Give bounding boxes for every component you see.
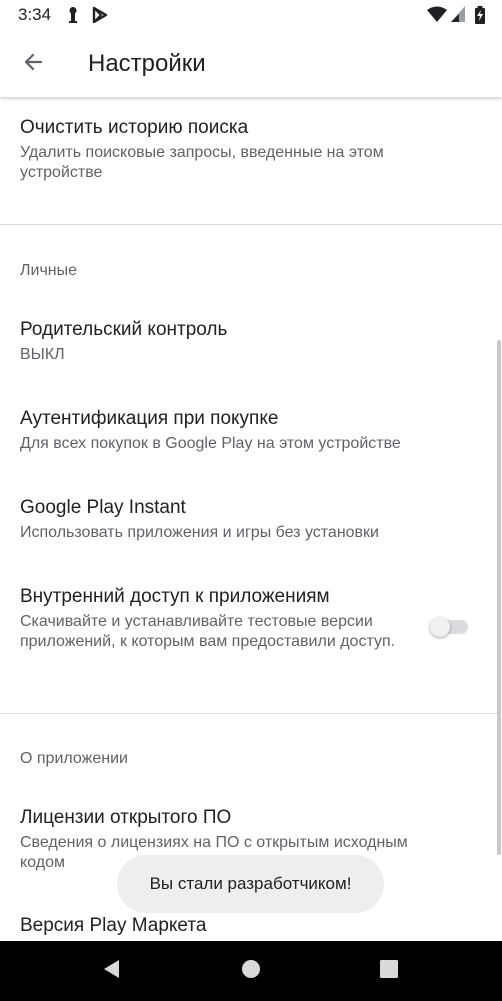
item-subtitle: Использовать приложения и игры без устан… <box>20 524 379 541</box>
item-title: Лицензии открытого ПО <box>20 807 232 828</box>
purchase-auth-item[interactable]: Аутентификация при покупке Для всех поку… <box>0 387 502 477</box>
status-bar: 3:34 <box>0 0 502 30</box>
nav-back-button[interactable] <box>92 951 132 991</box>
item-subtitle: ВЫКЛ <box>20 346 65 363</box>
circle-home-icon <box>241 959 261 984</box>
item-title: Родительский контроль <box>20 319 228 340</box>
battery-icon <box>474 6 486 29</box>
signal-icon <box>451 6 465 27</box>
item-title: Внутренний доступ к приложениям <box>20 586 330 607</box>
triangle-back-icon <box>102 959 122 984</box>
clear-search-history-item[interactable]: Очистить историю поиска Удалить поисковы… <box>0 97 502 224</box>
parental-control-item[interactable]: Родительский контроль ВЫКЛ <box>0 297 502 387</box>
square-recents-icon <box>379 959 399 984</box>
page-title: Настройки <box>88 50 206 77</box>
item-title: Версия Play Маркета <box>20 915 207 936</box>
settings-list[interactable]: Очистить историю поиска Удалить поисковы… <box>0 97 502 942</box>
arrow-left-icon <box>21 50 45 79</box>
navigation-bar <box>0 941 502 1001</box>
status-time: 3:34 <box>18 5 52 24</box>
nav-home-button[interactable] <box>231 951 271 991</box>
notification-play-icon <box>92 6 108 29</box>
divider <box>0 713 502 714</box>
section-header-about: О приложении <box>20 750 128 767</box>
back-button[interactable] <box>12 43 54 85</box>
toggle-thumb <box>430 617 450 637</box>
internal-app-sharing-item[interactable]: Внутренний доступ к приложениям Скачивай… <box>0 566 502 713</box>
toast-message: Вы стали разработчиком! <box>117 855 384 913</box>
scrollbar[interactable] <box>497 340 501 855</box>
notification-key-icon <box>66 6 80 29</box>
internal-app-sharing-toggle[interactable] <box>430 615 470 639</box>
divider <box>0 224 502 225</box>
section-header-personal: Личные <box>20 262 78 279</box>
item-title: Аутентификация при покупке <box>20 408 279 429</box>
google-play-instant-item[interactable]: Google Play Instant Использовать приложе… <box>0 477 502 566</box>
item-title: Google Play Instant <box>20 497 186 518</box>
item-subtitle: Для всех покупок в Google Play на этом у… <box>20 435 401 452</box>
app-bar: Настройки <box>0 30 502 97</box>
wifi-icon <box>427 6 447 27</box>
item-subtitle: Удалить поисковые запросы, введенные на … <box>20 144 384 181</box>
item-title: Очистить историю поиска <box>20 117 249 138</box>
nav-recents-button[interactable] <box>369 951 409 991</box>
item-subtitle: Скачивайте и устанавливайте тестовые вер… <box>20 613 396 650</box>
